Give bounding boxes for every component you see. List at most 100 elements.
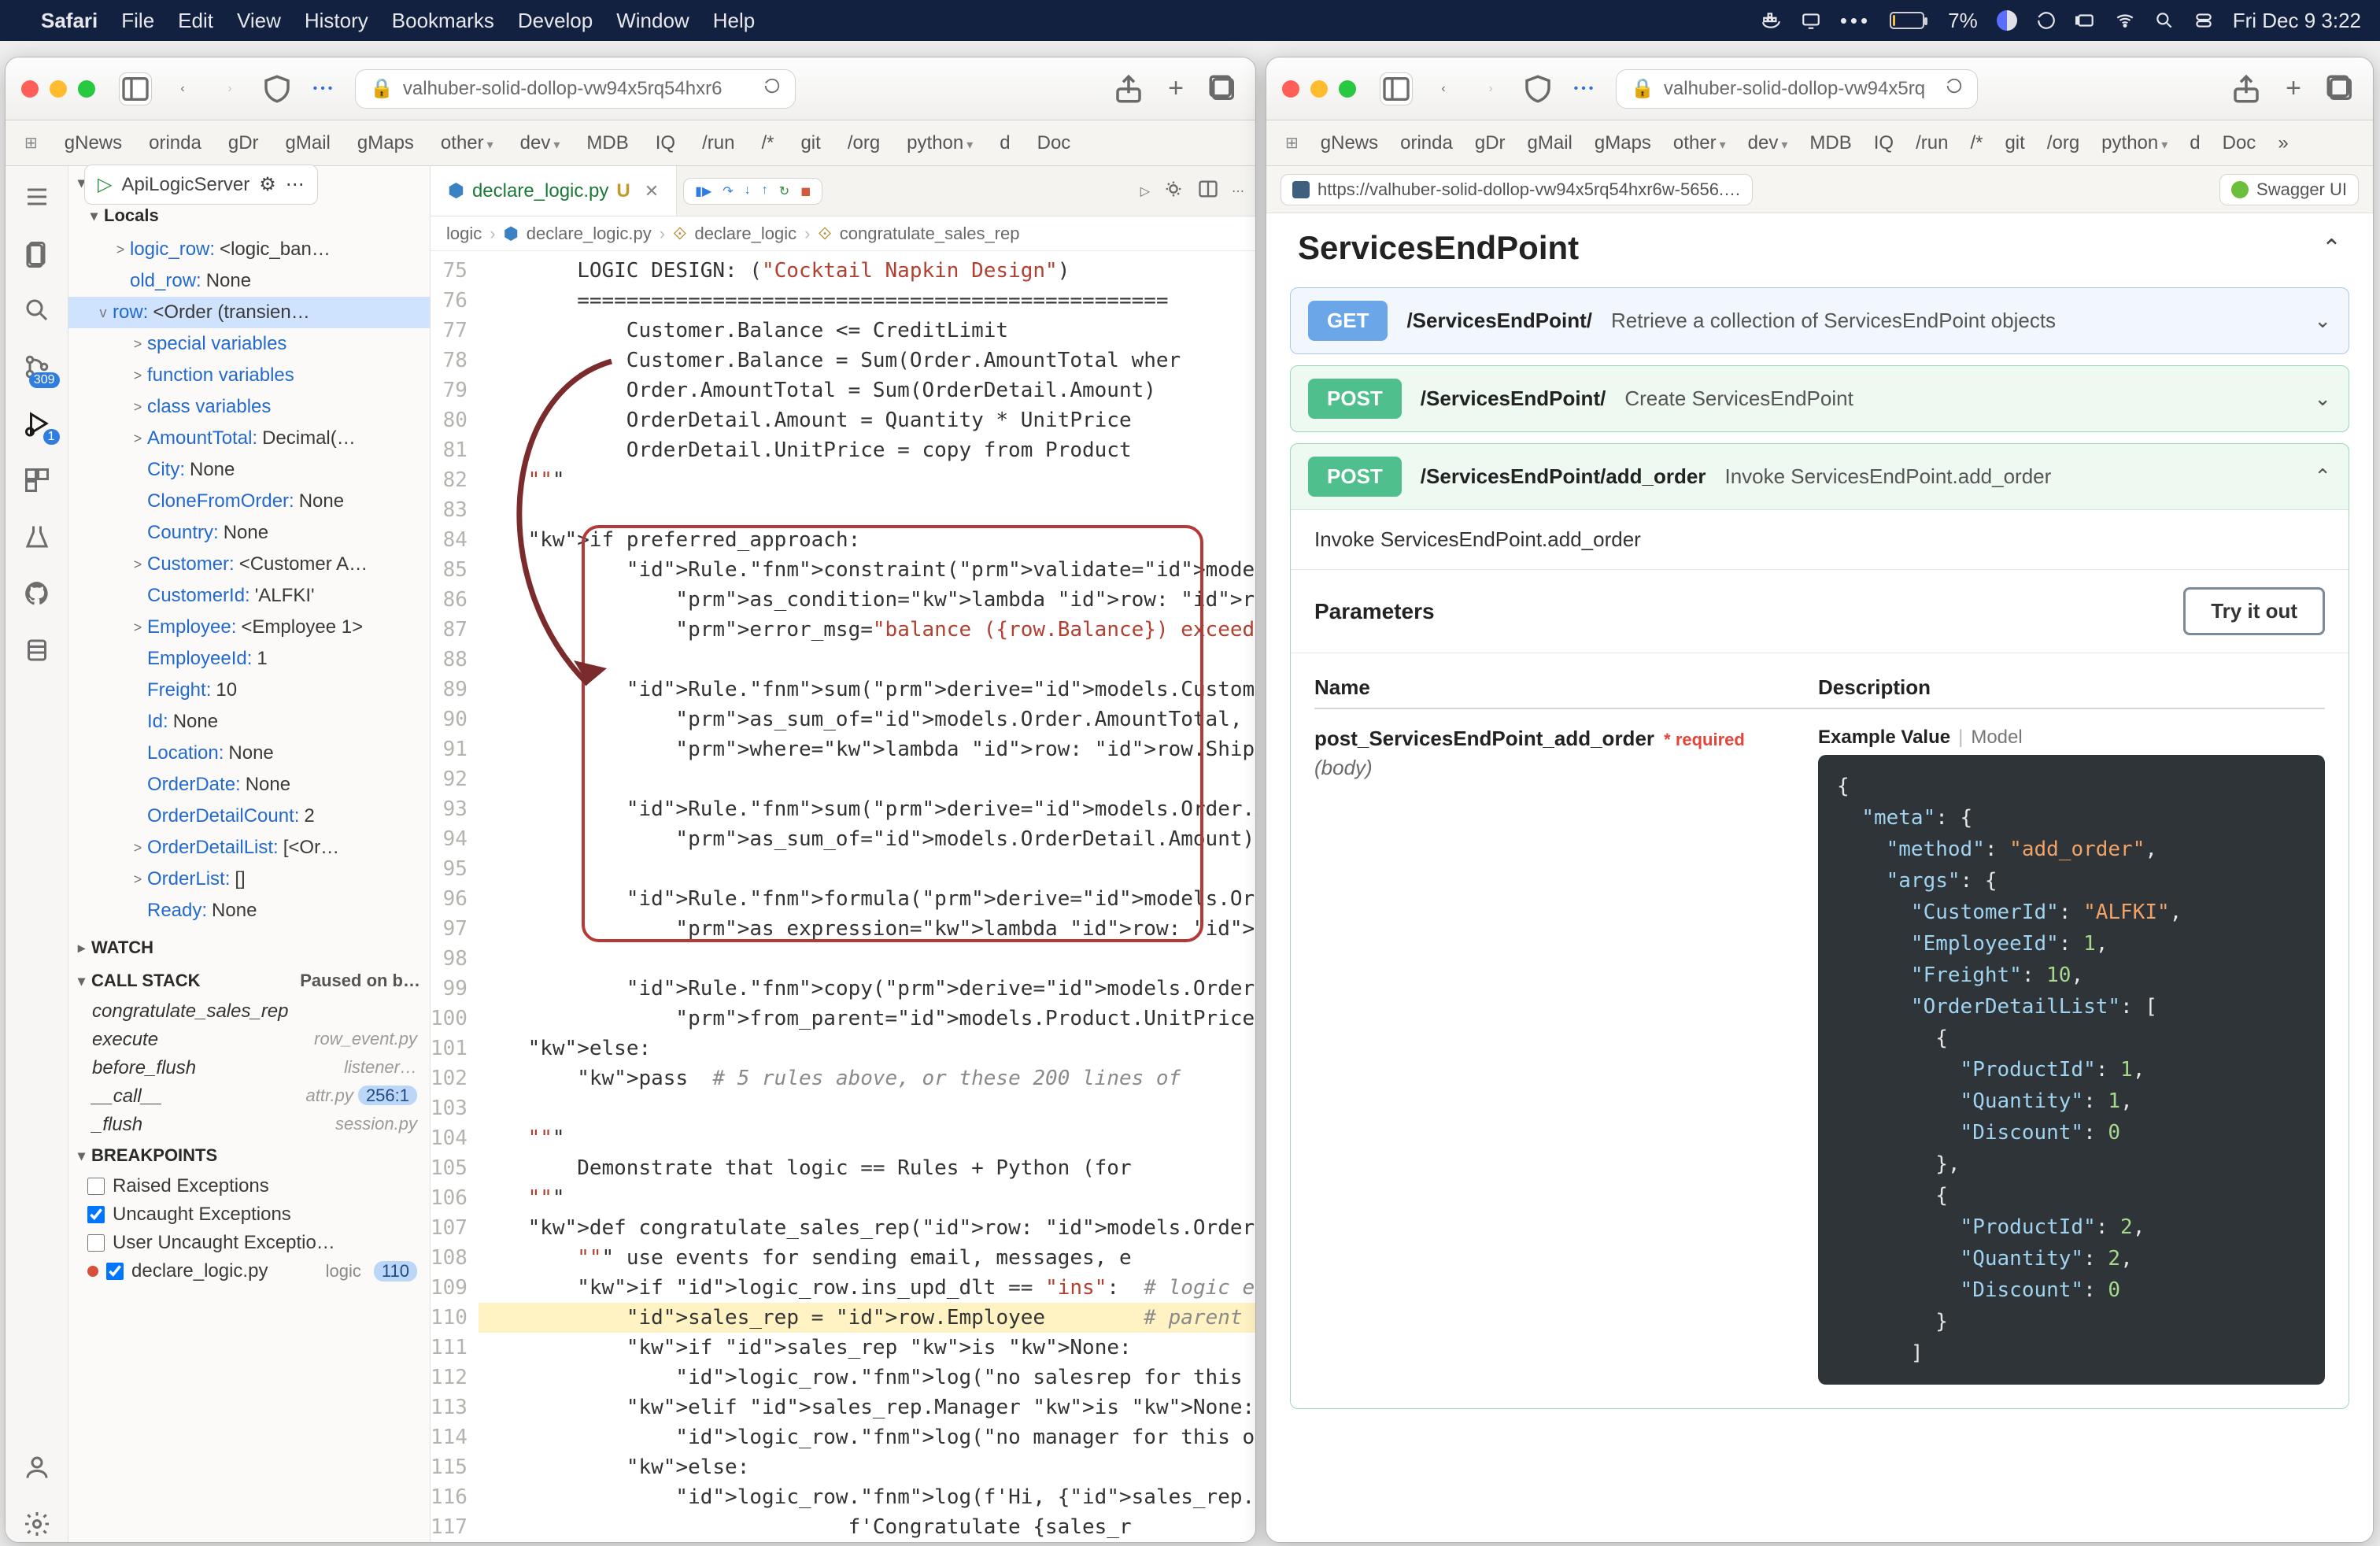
desc-tabs[interactable]: Example Value|Model: [1818, 727, 2325, 749]
breakpoints-header[interactable]: ▾BREAKPOINTS: [68, 1139, 430, 1172]
breakpoint-item[interactable]: declare_logic.pylogic110: [68, 1257, 430, 1285]
favorite-link[interactable]: gDr: [1475, 132, 1506, 154]
favorite-link[interactable]: python▾: [2101, 132, 2168, 154]
control-center-icon[interactable]: [2193, 10, 2214, 31]
share-icon[interactable]: [1112, 72, 1145, 105]
new-tab-icon[interactable]: +: [1159, 72, 1192, 105]
run-debug-icon[interactable]: 1: [19, 405, 55, 442]
variable-row[interactable]: OrderDate: None: [68, 769, 430, 801]
menubar-item[interactable]: View: [237, 9, 281, 32]
favorite-link[interactable]: /*: [761, 132, 774, 154]
menu-extra-dots-icon[interactable]: •••: [1840, 9, 1871, 33]
variable-row[interactable]: old_row: None: [68, 265, 430, 297]
favorite-link[interactable]: other▾: [441, 132, 493, 154]
window-traffic-lights[interactable]: [21, 80, 95, 98]
debug-step-out-icon[interactable]: ↑: [762, 183, 768, 199]
variable-row[interactable]: CustomerId: 'ALFKI': [68, 580, 430, 612]
breakpoint-checkbox[interactable]: [87, 1178, 105, 1195]
db-icon[interactable]: [19, 632, 55, 668]
variable-row[interactable]: Location: None: [68, 738, 430, 769]
favorite-link[interactable]: gNews: [65, 132, 122, 154]
favorite-link[interactable]: MDB: [586, 132, 628, 154]
chevron-icon[interactable]: ⌃: [2314, 464, 2331, 489]
debug-step-over-icon[interactable]: ↷: [722, 183, 733, 199]
variable-row[interactable]: City: None: [68, 454, 430, 486]
favorite-link[interactable]: git: [800, 132, 820, 154]
swagger-opblock[interactable]: POST/ServicesEndPoint/add_orderInvoke Se…: [1290, 443, 2349, 1409]
address-bar[interactable]: 🔒 valhuber-solid-dollop-vw94x5rq54hxr6: [355, 69, 796, 109]
nav-back-button[interactable]: ‹: [1427, 72, 1460, 105]
menu-hamburger-icon[interactable]: [19, 179, 55, 215]
variable-row[interactable]: Freight: 10: [68, 675, 430, 706]
variable-row[interactable]: Country: None: [68, 517, 430, 549]
breakpoint-checkbox[interactable]: [106, 1263, 124, 1280]
screen-mirror-icon[interactable]: [1801, 10, 1821, 31]
split-editor-icon[interactable]: [1197, 178, 1219, 204]
callstack-frame[interactable]: __call__attr.py 256:1: [68, 1082, 430, 1111]
debug-launch-config[interactable]: ▷ ApiLogicServer ⚙︎ ⋯: [84, 165, 318, 205]
favorite-link[interactable]: /run: [702, 132, 734, 154]
variable-row[interactable]: CloneFromOrder: None: [68, 486, 430, 517]
favorite-link[interactable]: gNews: [1321, 132, 1378, 154]
more-dots-icon[interactable]: •••: [308, 72, 341, 105]
play-icon[interactable]: ▷: [98, 173, 112, 196]
example-json[interactable]: { "meta": { "method": "add_order", "args…: [1818, 755, 2325, 1385]
window-traffic-lights[interactable]: [1282, 80, 1356, 98]
menubar-item[interactable]: Help: [713, 9, 755, 32]
try-it-out-button[interactable]: Try it out: [2183, 587, 2325, 635]
breakpoint-item[interactable]: User Uncaught Exceptio…: [68, 1229, 430, 1257]
nav-forward-button[interactable]: ›: [213, 72, 246, 105]
variable-row[interactable]: >OrderDetailList: [<Or…: [68, 832, 430, 864]
menubar-item[interactable]: Develop: [518, 9, 593, 32]
variable-row[interactable]: >Employee: <Employee 1>: [68, 612, 430, 643]
callstack-list[interactable]: congratulate_sales_repexecuterow_event.p…: [68, 997, 430, 1139]
favorites-grid-icon[interactable]: ⊞: [1285, 133, 1299, 153]
chevron-icon[interactable]: ⌄: [2314, 309, 2331, 333]
account-icon[interactable]: [19, 1449, 55, 1485]
breakpoint-item[interactable]: Uncaught Exceptions: [68, 1200, 430, 1229]
swagger-section-header[interactable]: ServicesEndPoint ⌃: [1266, 213, 2373, 276]
tabs-overview-icon[interactable]: [1207, 72, 1240, 105]
address-bar[interactable]: 🔒 valhuber-solid-dollop-vw94x5rq: [1616, 69, 1978, 109]
callstack-frame[interactable]: congratulate_sales_rep: [68, 997, 430, 1026]
debug-alt-icon[interactable]: [1162, 178, 1184, 204]
explorer-icon[interactable]: [19, 235, 55, 272]
stage-manager-icon[interactable]: [2075, 10, 2096, 31]
variable-row[interactable]: vrow: <Order (transien…: [68, 297, 430, 328]
sidebar-toggle-icon[interactable]: [119, 72, 152, 105]
reload-icon[interactable]: [1946, 77, 1963, 100]
share-icon[interactable]: [2230, 72, 2263, 105]
code-editor[interactable]: 7576777879808182838485868788899091929394…: [431, 251, 1255, 1542]
callstack-header[interactable]: ▾CALL STACK Paused on b…: [68, 964, 430, 997]
swagger-opblock[interactable]: GET/ServicesEndPoint/Retrieve a collecti…: [1290, 287, 2349, 354]
run-file-icon[interactable]: ▷: [1140, 183, 1150, 199]
shield-icon[interactable]: [261, 72, 294, 105]
debug-continue-icon[interactable]: ▮▶: [695, 183, 711, 199]
nav-forward-button[interactable]: ›: [1474, 72, 1507, 105]
favorite-link[interactable]: MDB: [1809, 132, 1851, 154]
favorite-link[interactable]: d: [2190, 132, 2200, 154]
variables-tree[interactable]: >logic_row: <logic_ban…old_row: Nonevrow…: [68, 232, 430, 931]
favorite-link[interactable]: Doc: [2223, 132, 2256, 154]
favorite-link[interactable]: orinda: [1400, 132, 1453, 154]
callstack-frame[interactable]: executerow_event.py: [68, 1026, 430, 1054]
more-dots-icon[interactable]: •••: [1569, 72, 1602, 105]
close-tab-icon[interactable]: ✕: [645, 181, 659, 202]
favorite-link[interactable]: /org: [2047, 132, 2079, 154]
favorite-link[interactable]: Doc: [1037, 132, 1071, 154]
source-control-icon[interactable]: 309: [19, 349, 55, 385]
sidebar-toggle-icon[interactable]: [1380, 72, 1413, 105]
favorite-link[interactable]: gMaps: [357, 132, 414, 154]
menubar-item[interactable]: Edit: [178, 9, 213, 32]
callstack-frame[interactable]: before_flushlistener…: [68, 1054, 430, 1082]
variable-row[interactable]: >OrderList: []: [68, 864, 430, 895]
favorite-link[interactable]: gMail: [286, 132, 331, 154]
favorite-link[interactable]: orinda: [149, 132, 201, 154]
spotlight-icon[interactable]: [2154, 10, 2175, 31]
new-tab-icon[interactable]: +: [2277, 72, 2310, 105]
swagger-opblock[interactable]: POST/ServicesEndPoint/Create ServicesEnd…: [1290, 365, 2349, 432]
variable-row[interactable]: >special variables: [68, 328, 430, 360]
docker-icon[interactable]: [1761, 10, 1782, 31]
variable-row[interactable]: Id: None: [68, 706, 430, 738]
favorite-link[interactable]: /run: [1916, 132, 1948, 154]
